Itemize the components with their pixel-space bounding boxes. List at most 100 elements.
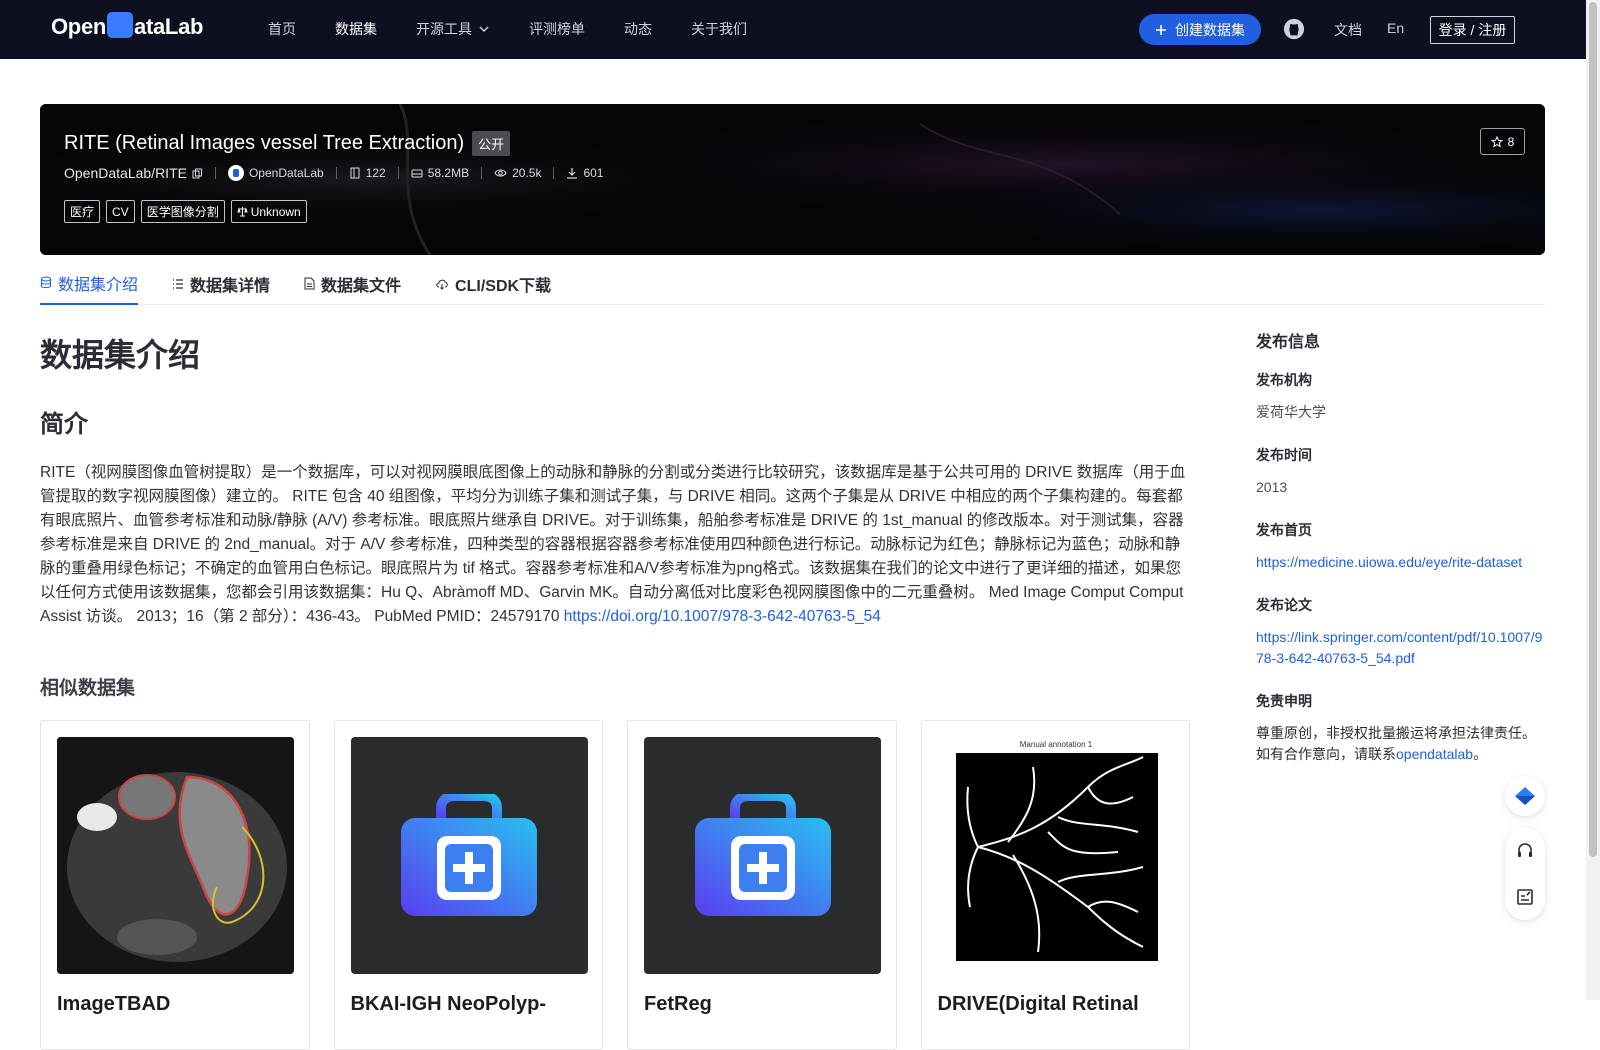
file-icon (350, 167, 360, 179)
disclaimer-label: 免责申明 (1256, 693, 1312, 709)
nav-leaderboard[interactable]: 评测榜单 (529, 19, 585, 39)
publisher-name: OpenDataLab (248, 166, 324, 180)
tab-files[interactable]: 数据集文件 (304, 262, 401, 305)
publisher[interactable]: OpenDataLab (227, 165, 324, 181)
dataset-card[interactable]: Manual annotation 1 DRIVE(Digital Retina… (920, 720, 1190, 1050)
chevron-down-icon (479, 26, 489, 32)
publisher-avatar-icon (227, 165, 244, 181)
dataset-tags: 医疗 CV 医学图像分割 Unknown (64, 200, 307, 223)
main-nav: 首页 数据集 开源工具 评测榜单 动态 关于我们 (268, 19, 786, 39)
language-switch[interactable]: En (1387, 20, 1404, 36)
dataset-card[interactable]: FetReg (627, 720, 897, 1050)
database-icon (41, 276, 51, 288)
tab-introduction[interactable]: 数据集介绍 (40, 262, 139, 305)
dataset-title: RITE (Retinal Images vessel Tree Extract… (64, 131, 511, 156)
card-title: ImageTBAD (57, 993, 171, 1015)
copy-icon[interactable] (192, 168, 203, 179)
description-text: RITE（视网膜图像血管树提取）是一个数据库，可以对视网膜眼底图像上的动脉和静脉… (40, 464, 1186, 625)
create-dataset-label: 创建数据集 (1175, 21, 1245, 38)
github-icon[interactable] (1283, 18, 1305, 40)
tab-introduction-label: 数据集介绍 (58, 276, 139, 294)
docs-link[interactable]: 文档 (1334, 20, 1362, 40)
headset-icon[interactable] (1515, 841, 1535, 861)
dataset-meta: OpenDataLab/RITE OpenDataLab 122 58.2MB … (64, 165, 603, 181)
publish-info-title: 发布信息 (1256, 334, 1321, 351)
page-scrollbar[interactable] (1586, 0, 1600, 1000)
homepage-link[interactable]: https://medicine.uiowa.edu/eye/rite-data… (1256, 554, 1522, 570)
tab-details[interactable]: 数据集详情 (172, 262, 270, 305)
card-thumbnail (57, 737, 294, 974)
login-register-button[interactable]: 登录 / 注册 (1430, 16, 1515, 44)
ct-scan-image (57, 737, 294, 974)
section-heading-intro: 简介 (40, 411, 88, 438)
card-thumbnail (644, 737, 881, 974)
download-count: 601 (566, 166, 603, 180)
logo-text-left: Open (51, 14, 107, 39)
feedback-logo-button[interactable] (1505, 776, 1545, 816)
edit-note-icon[interactable] (1515, 887, 1535, 907)
nav-datasets[interactable]: 数据集 (335, 19, 377, 39)
support-tools (1505, 828, 1545, 920)
card-thumbnail: Manual annotation 1 (937, 737, 1175, 974)
tag-medical[interactable]: 医疗 (64, 200, 101, 223)
dataset-size: 58.2MB (411, 166, 469, 180)
star-button[interactable]: 8 (1480, 128, 1525, 155)
opendatalab-logo[interactable]: Open ataLab (51, 12, 204, 40)
cloud-download-icon (436, 279, 448, 290)
tab-details-label: 数据集详情 (190, 277, 271, 295)
dataset-tabs: 数据集介绍 数据集详情 数据集文件 CLI/SDK下载 (40, 262, 1545, 305)
main-content: 数据集介绍 简介 RITE（视网膜图像血管树提取）是一个数据库，可以对视网膜眼底… (40, 318, 1190, 1050)
tag-medical-image-segmentation[interactable]: 医学图像分割 (140, 200, 225, 223)
nav-open-tools[interactable]: 开源工具 (416, 19, 490, 39)
dataset-path: OpenDataLab/RITE (64, 165, 203, 181)
contact-link[interactable]: opendatalab (1396, 746, 1473, 762)
license-value: Unknown (250, 204, 301, 219)
create-dataset-button[interactable]: 创建数据集 (1139, 14, 1261, 45)
medical-kit-icon (694, 793, 831, 916)
eye-icon (494, 169, 507, 177)
dataset-banner: RITE (Retinal Images vessel Tree Extract… (40, 104, 1545, 255)
license-tag[interactable]: Unknown (230, 200, 307, 223)
card-title: BKAI-IGH NeoPolyp- (350, 993, 547, 1015)
diamond-logo-icon (1515, 787, 1535, 805)
paper-link[interactable]: https://link.springer.com/content/pdf/10… (1256, 629, 1542, 666)
file-count: 122 (349, 166, 386, 180)
logo-d-icon (107, 12, 134, 38)
download-icon (567, 168, 578, 179)
divider (553, 167, 555, 179)
disclaimer-text: 尊重原创，非授权批量搬运将承担法律责任。如有合作意向，请联系opendatala… (1256, 723, 1546, 765)
doi-link[interactable]: https://doi.org/10.1007/978-3-642-40763-… (564, 608, 881, 625)
dataset-card[interactable]: ImageTBAD (40, 720, 310, 1050)
plus-icon (1156, 24, 1166, 35)
nav-home[interactable]: 首页 (268, 19, 296, 39)
star-icon (1490, 135, 1503, 148)
card-thumbnail (350, 737, 588, 974)
homepage-label: 发布首页 (1256, 522, 1312, 538)
dataset-card[interactable]: BKAI-IGH NeoPolyp- (333, 720, 603, 1050)
file-count-value: 122 (365, 166, 386, 180)
tag-cv[interactable]: CV (106, 200, 135, 223)
image-caption: Manual annotation 1 (1019, 740, 1092, 749)
scale-icon (237, 207, 248, 217)
divider (335, 167, 337, 179)
dataset-path-text: OpenDataLab/RITE (64, 165, 187, 181)
storage-icon (411, 169, 423, 178)
nav-news[interactable]: 动态 (624, 19, 652, 39)
list-icon (173, 278, 184, 289)
nav-about[interactable]: 关于我们 (691, 19, 747, 39)
dataset-title-text: RITE (Retinal Images vessel Tree Extract… (64, 132, 465, 154)
retina-vessel-image: Manual annotation 1 (937, 737, 1175, 974)
dataset-size-value: 58.2MB (427, 166, 470, 180)
publish-info-sidebar: 发布信息 发布机构 爱荷华大学 发布时间 2013 发布首页 https://m… (1256, 328, 1546, 765)
scrollbar-thumb[interactable] (1589, 2, 1597, 857)
similar-datasets-heading: 相似数据集 (40, 678, 136, 699)
nav-open-tools-label: 开源工具 (416, 21, 472, 37)
card-title: FetReg (644, 993, 712, 1015)
tab-files-label: 数据集文件 (321, 277, 402, 295)
dataset-description: RITE（视网膜图像血管树提取）是一个数据库，可以对视网膜眼底图像上的动脉和静脉… (40, 461, 1190, 629)
logo-text-right: ataLab (134, 14, 204, 39)
divider (481, 167, 483, 179)
tab-cli-sdk[interactable]: CLI/SDK下载 (435, 262, 551, 305)
star-count: 8 (1507, 134, 1515, 149)
card-title: DRIVE(Digital Retinal (937, 993, 1139, 1015)
